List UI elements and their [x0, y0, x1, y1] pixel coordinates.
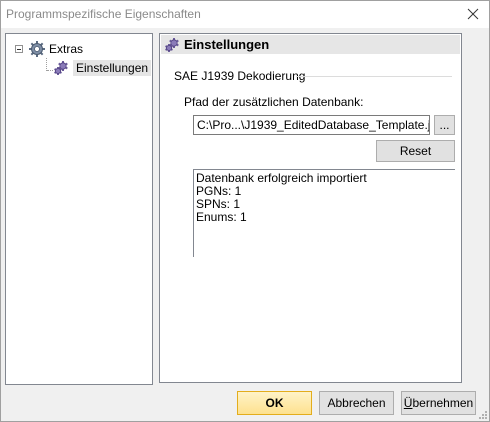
gears-icon — [54, 61, 68, 75]
close-icon — [467, 8, 479, 20]
title-bar[interactable]: Programmspezifische Eigenschaften — [1, 1, 489, 28]
group-title: SAE J1939 Dekodierung — [174, 69, 306, 83]
dialog-body: Extras Einstellungen Einstellungen SAE J… — [1, 28, 489, 421]
gear-icon — [29, 41, 45, 57]
panel-title: Einstellungen — [184, 37, 270, 52]
resize-grip-icon[interactable] — [477, 409, 487, 419]
close-button[interactable] — [463, 4, 483, 24]
database-path-field[interactable]: C:\Pro...\J1939_EditedDatabase_Template.… — [193, 115, 430, 135]
tree-item-extras[interactable]: Extras — [28, 40, 83, 58]
panel-header: Einstellungen — [161, 35, 460, 54]
browse-button[interactable]: ... — [434, 115, 455, 135]
apply-label-rest: bernehmen — [412, 396, 474, 410]
import-log[interactable]: Datenbank erfolgreich importiert PGNs: 1… — [193, 169, 455, 257]
database-path-label: Pfad der zusätzlichen Datenbank: — [184, 95, 364, 109]
window-title: Programmspezifische Eigenschaften — [6, 7, 201, 21]
apply-button[interactable]: Übernehmen — [401, 391, 476, 415]
settings-tree[interactable]: Extras Einstellungen — [5, 33, 153, 385]
tree-item-label: Extras — [49, 42, 84, 56]
gears-icon — [165, 37, 179, 52]
group-divider — [296, 76, 452, 77]
properties-dialog: Programmspezifische Eigenschaften Extras… — [0, 0, 490, 422]
cancel-button[interactable]: Abbrechen — [319, 391, 394, 415]
reset-button[interactable]: Reset — [376, 140, 455, 162]
collapse-icon[interactable] — [15, 45, 23, 53]
tree-item-label: Einstellungen — [73, 60, 152, 76]
settings-panel: Einstellungen SAE J1939 Dekodierung Pfad… — [159, 33, 462, 383]
log-line: Enums: 1 — [196, 210, 247, 224]
tree-item-einstellungen[interactable]: Einstellungen — [53, 59, 152, 77]
ok-button[interactable]: OK — [237, 391, 312, 415]
